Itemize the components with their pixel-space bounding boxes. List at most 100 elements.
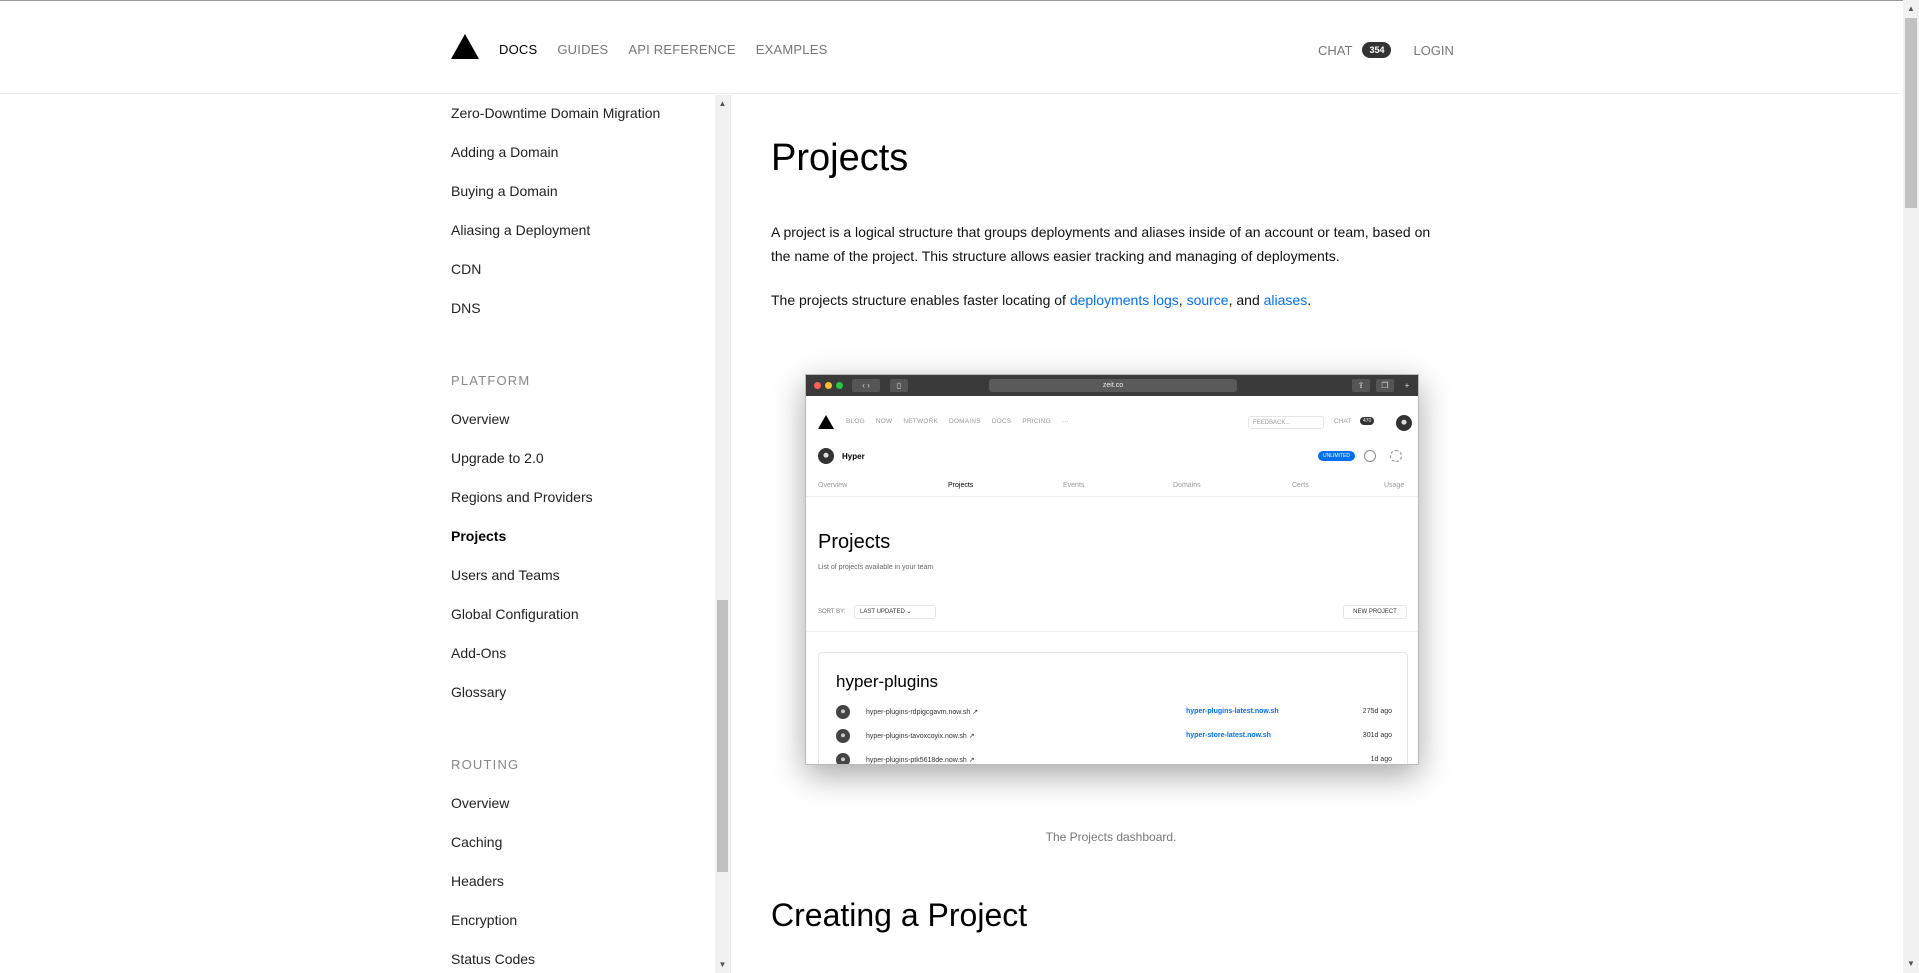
team-name: Hyper xyxy=(842,452,865,461)
team-avatar xyxy=(818,448,834,464)
external-link-icon: ↗ xyxy=(968,757,975,764)
header-right: CHAT 354 LOGIN xyxy=(1318,42,1454,58)
sidebar-heading-platform: PLATFORM xyxy=(451,373,531,388)
link-source[interactable]: source xyxy=(1187,292,1229,308)
avatar xyxy=(836,729,850,743)
close-dot-icon xyxy=(814,382,821,389)
nav-api-reference[interactable]: API REFERENCE xyxy=(628,42,735,57)
sidebar-item-encryption[interactable]: Encryption xyxy=(451,912,517,928)
list-divider xyxy=(806,631,1418,632)
avatar xyxy=(836,753,850,764)
dashboard-tab: Events xyxy=(1063,482,1085,489)
sidebar-item-users-teams[interactable]: Users and Teams xyxy=(451,567,560,583)
sidebar-item-status-codes[interactable]: Status Codes xyxy=(451,951,535,967)
alias-url: hyper-store-latest.now.sh xyxy=(1186,732,1271,739)
deployment-url: hyper-plugins-rdpigcgavm.now.sh ↗ xyxy=(866,709,979,716)
sidebar-item-upgrade[interactable]: Upgrade to 2.0 xyxy=(451,450,544,466)
page-title: Projects xyxy=(771,137,909,179)
sidebar-item-aliasing[interactable]: Aliasing a Deployment xyxy=(451,222,590,238)
nav-examples[interactable]: EXAMPLES xyxy=(756,42,828,57)
plan-badge: UNLIMITED xyxy=(1318,451,1355,461)
deployment-row: hyper-plugins-ptk5618de.now.sh ↗ 1d ago xyxy=(836,753,1392,764)
address-bar: zeit.co xyxy=(989,379,1237,392)
maximize-dot-icon xyxy=(836,382,843,389)
deployment-age: 1d ago xyxy=(1370,756,1392,763)
zeit-logo-icon xyxy=(818,415,834,429)
docs-sidebar xyxy=(0,95,731,973)
link-aliases[interactable]: aliases xyxy=(1264,292,1308,308)
gear-icon xyxy=(1390,450,1402,462)
dashboard-heading: Projects xyxy=(818,531,891,553)
page-scroll-up-icon[interactable]: ▲ xyxy=(1905,3,1917,15)
chat-link[interactable]: CHAT xyxy=(1318,43,1352,58)
minimize-dot-icon xyxy=(825,382,832,389)
sidebar-item-regions[interactable]: Regions and Providers xyxy=(451,489,593,505)
sidebar-item-overview[interactable]: Overview xyxy=(451,411,509,427)
sidebar-item-cdn[interactable]: CDN xyxy=(451,261,481,277)
page-scroll-down-icon[interactable]: ▼ xyxy=(1905,958,1917,970)
dashboard-chat: CHAT xyxy=(1334,418,1352,425)
deployment-row: hyper-plugins-rdpigcgavm.now.sh ↗ hyper-… xyxy=(836,705,1392,719)
para2-suffix: . xyxy=(1307,292,1312,308)
avatar xyxy=(836,705,850,719)
sort-label: SORT BY: xyxy=(818,609,846,615)
zeit-logo-icon[interactable] xyxy=(451,34,479,59)
sidebar-item-zero-downtime[interactable]: Zero-Downtime Domain Migration xyxy=(451,105,660,121)
sidebar-item-adding-domain[interactable]: Adding a Domain xyxy=(451,144,558,160)
sidebar-item-headers[interactable]: Headers xyxy=(451,873,504,889)
dashboard-tab: Overview xyxy=(818,482,848,489)
page-scrollbar-thumb[interactable] xyxy=(1905,18,1917,208)
dashboard-tab: Usage xyxy=(1384,482,1405,489)
intro-paragraph: A project is a logical structure that gr… xyxy=(771,224,1431,264)
chevron-down-icon: ⌄ xyxy=(906,609,912,615)
sidebar-scrollbar-thumb[interactable] xyxy=(717,600,728,872)
para2-sep1: , xyxy=(1178,292,1187,308)
sidebar-item-caching[interactable]: Caching xyxy=(451,834,502,850)
project-name: hyper-plugins xyxy=(836,672,939,691)
dashboard-chat-badge: 470 xyxy=(1360,417,1375,425)
nav-docs[interactable]: DOCS xyxy=(499,42,537,57)
sidebar-scroll-down-icon[interactable]: ▼ xyxy=(717,959,728,970)
sidebar-item-global-config[interactable]: Global Configuration xyxy=(451,606,579,622)
feedback-input: FEEDBACK... xyxy=(1248,416,1324,429)
sidebar-toggle-icon: ▯ xyxy=(890,379,908,392)
deployment-row: hyper-plugins-tavoxcoyix.now.sh ↗ hyper-… xyxy=(836,729,1392,743)
structure-paragraph: The projects structure enables faster lo… xyxy=(771,288,1436,312)
dashboard-nav-item: BLOG xyxy=(846,418,865,425)
back-forward-icon: ‹ › xyxy=(852,379,880,392)
login-link[interactable]: LOGIN xyxy=(1413,43,1453,58)
deployment-age: 301d ago xyxy=(1362,732,1392,739)
dashboard-nav-item: DOCS xyxy=(991,418,1012,425)
deployment-url: hyper-plugins-tavoxcoyix.now.sh ↗ xyxy=(866,733,975,740)
dashboard-tab-active: Projects xyxy=(948,482,974,489)
deployment-age: 275d ago xyxy=(1362,708,1392,715)
sidebar-item-glossary[interactable]: Glossary xyxy=(451,684,506,700)
dashboard-nav-item: DOMAINS xyxy=(949,418,981,425)
sidebar-item-buying-domain[interactable]: Buying a Domain xyxy=(451,183,558,199)
dashboard-tab: Domains xyxy=(1173,482,1201,489)
para2-prefix: The projects structure enables faster lo… xyxy=(771,292,1070,308)
browser-chrome: ‹ › ▯ zeit.co ⇪ ❐ + xyxy=(806,375,1418,396)
dashboard-tab: Certs xyxy=(1292,482,1309,489)
figure-caption: The Projects dashboard. xyxy=(1045,830,1177,844)
share-icon: ⇪ xyxy=(1352,379,1370,392)
new-tab-icon: + xyxy=(1404,381,1410,390)
dashboard-nav: BLOG NOW NETWORK DOMAINS DOCS PRICING ··… xyxy=(846,418,1080,425)
sidebar-item-projects[interactable]: Projects xyxy=(451,528,506,544)
sidebar-item-routing-overview[interactable]: Overview xyxy=(451,795,509,811)
external-link-icon: ↗ xyxy=(972,709,979,716)
link-deployments-logs[interactable]: deployments logs xyxy=(1070,292,1179,308)
sidebar-item-add-ons[interactable]: Add-Ons xyxy=(451,645,506,661)
dashboard-nav-item: PRICING xyxy=(1022,418,1051,425)
dashboard-subheading: List of projects available in your team xyxy=(818,564,934,571)
more-icon: ··· xyxy=(1061,418,1069,425)
dashboard-nav-item: NOW xyxy=(875,418,893,425)
sidebar-scroll-up-icon[interactable]: ▲ xyxy=(717,98,728,109)
nav-guides[interactable]: GUIDES xyxy=(557,42,608,57)
external-link-icon: ↗ xyxy=(968,733,975,740)
dashboard-nav-item: NETWORK xyxy=(903,418,938,425)
sidebar-heading-routing: ROUTING xyxy=(451,757,520,772)
para2-sep2: , and xyxy=(1228,292,1264,308)
alias-url: hyper-plugins-latest.now.sh xyxy=(1186,708,1279,715)
sidebar-item-dns[interactable]: DNS xyxy=(451,300,481,316)
